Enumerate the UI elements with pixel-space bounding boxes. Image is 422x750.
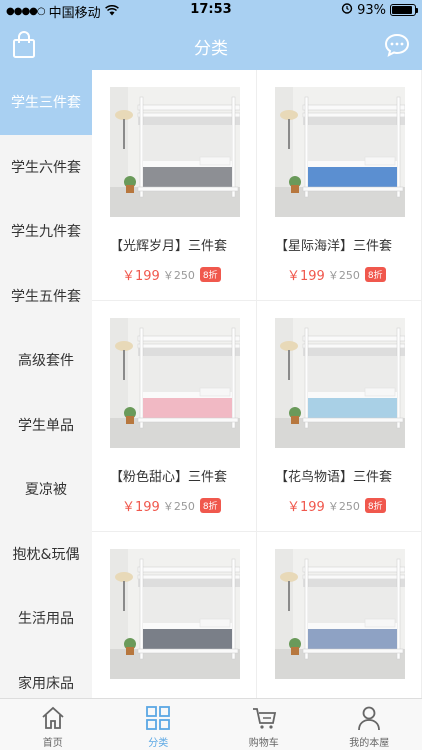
discount-badge: 8折 [199, 498, 221, 513]
product-card[interactable] [257, 532, 422, 698]
tab-cart[interactable]: 购物车 [211, 699, 317, 750]
product-price: ￥199 [122, 500, 160, 515]
tab-category-label: 分类 [148, 738, 169, 749]
discount-badge: 8折 [364, 498, 386, 513]
sidebar-item[interactable]: 高级套件 [0, 328, 92, 393]
user-icon [356, 705, 382, 731]
sidebar-item[interactable]: 抱枕&玩偶 [0, 522, 92, 587]
sidebar-item[interactable]: 家用床品 [0, 651, 92, 699]
tab-profile[interactable]: 我的本屋 [317, 699, 422, 750]
product-card[interactable]: 【星际海洋】三件套 ￥199 ￥250 8折 [257, 70, 422, 301]
product-image[interactable] [110, 318, 240, 448]
page-title: 分类 [194, 39, 228, 59]
product-title: 【花鸟物语】三件套 [275, 470, 393, 485]
battery-percent: 93% [357, 2, 386, 18]
sidebar-item[interactable]: 学生三件套 [0, 70, 92, 135]
sidebar-item[interactable]: 生活用品 [0, 586, 92, 651]
discount-badge: 8折 [364, 267, 386, 282]
product-original-price: ￥250 [327, 499, 360, 513]
tab-home-label: 首页 [42, 738, 63, 749]
product-grid: 【光辉岁月】三件套 ￥199 ￥250 8折 【星际海洋】三件套 ￥199 ￥250 8折 【粉… [92, 70, 422, 698]
product-title: 【星际海洋】三件套 [275, 239, 393, 254]
product-card[interactable]: 【粉色甜心】三件套 ￥199 ￥250 8折 [92, 301, 257, 532]
price-row: ￥199 ￥250 8折 [122, 496, 221, 515]
product-image[interactable] [275, 87, 405, 217]
category-grid-icon [145, 705, 171, 731]
tab-home[interactable]: 首页 [0, 699, 106, 750]
product-image[interactable] [275, 549, 405, 679]
tab-profile-label: 我的本屋 [349, 738, 390, 749]
sidebar-item[interactable]: 学生单品 [0, 393, 92, 458]
chat-bubble-icon[interactable] [384, 33, 410, 57]
product-title: 【粉色甜心】三件套 [110, 470, 228, 485]
product-image[interactable] [110, 87, 240, 217]
category-sidebar: 学生三件套 学生六件套 学生九件套 学生五件套 高级套件 学生单品 夏凉被 抱枕&玩偶 生活用品… [0, 70, 92, 698]
product-original-price: ￥250 [327, 268, 360, 282]
price-row: ￥199 ￥250 8折 [287, 496, 386, 515]
product-grid-area: 【光辉岁月】三件套 ￥199 ￥250 8折 【星际海洋】三件套 ￥199 ￥250 8折 【粉… [92, 70, 422, 698]
product-card[interactable]: 【光辉岁月】三件套 ￥199 ￥250 8折 [92, 70, 257, 301]
product-image[interactable] [275, 318, 405, 448]
product-card[interactable]: 【花鸟物语】三件套 ￥199 ￥250 8折 [257, 301, 422, 532]
product-title: 【光辉岁月】三件套 [110, 239, 228, 254]
sidebar-item[interactable]: 学生九件套 [0, 199, 92, 264]
product-price: ￥199 [287, 500, 325, 515]
discount-badge: 8折 [199, 267, 221, 282]
product-original-price: ￥250 [162, 499, 195, 513]
tab-category[interactable]: 分类 [106, 699, 212, 750]
product-original-price: ￥250 [162, 268, 195, 282]
product-card[interactable] [92, 532, 257, 698]
sidebar-item[interactable]: 学生六件套 [0, 135, 92, 200]
battery-level [392, 6, 413, 14]
price-row: ￥199 ￥250 8折 [122, 265, 221, 284]
price-row: ￥199 ￥250 8折 [287, 265, 386, 284]
tab-bar: 首页 分类 购物车 我的本屋 [0, 698, 422, 750]
navbar: 分类 [0, 20, 422, 70]
home-icon [40, 705, 66, 731]
product-image[interactable] [110, 549, 240, 679]
sidebar-item[interactable]: 夏凉被 [0, 457, 92, 522]
cart-icon [251, 705, 277, 731]
product-price: ￥199 [122, 269, 160, 284]
status-right: 93% [341, 2, 418, 18]
sidebar-item[interactable]: 学生五件套 [0, 264, 92, 329]
product-price: ￥199 [287, 269, 325, 284]
alarm-icon [341, 2, 353, 18]
status-bar: ●●●●○ 中国移动 17:53 93% [0, 0, 422, 21]
battery-icon [390, 4, 418, 16]
tab-cart-label: 购物车 [248, 738, 279, 749]
